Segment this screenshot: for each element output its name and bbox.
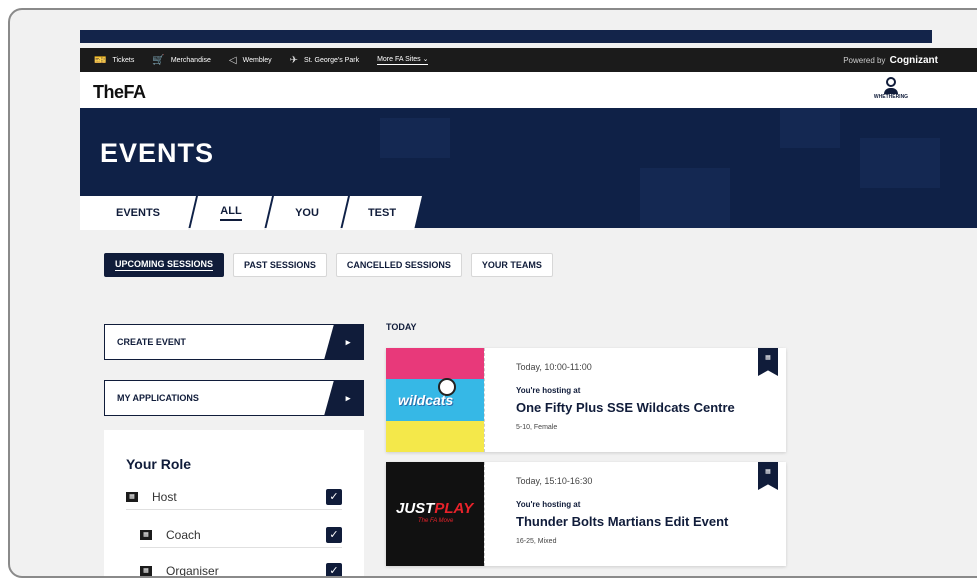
event-time: Today, 15:10-16:30 [516,476,592,486]
host-checkbox[interactable]: ✓ [326,489,342,505]
justplay-logo: JUSTPLAY The FA Move [386,462,484,566]
user-profile[interactable]: WHETHERING [866,77,916,100]
session-filters: UPCOMING SESSIONS PAST SESSIONS CANCELLE… [104,253,562,277]
event-card[interactable]: wildcats Today, 10:00-11:00 You're hosti… [386,348,786,452]
powered-by: Powered by Cognizant [843,55,938,66]
past-sessions-button[interactable]: PAST SESSIONS [233,253,327,277]
create-event-button[interactable]: CREATE EVENT ▸ [104,324,364,360]
my-applications-button[interactable]: MY APPLICATIONS ▸ [104,380,364,416]
role-item-coach[interactable]: ▦ Coach ✓ [140,522,342,548]
ticket-icon: 🎫 [94,55,106,66]
organiser-checkbox[interactable]: ✓ [326,563,342,578]
plane-icon: ✈ [290,55,298,66]
brand-bar: TheFA WHETHERING [80,72,977,108]
event-hosting-label: You're hosting at [516,386,580,395]
chevron-right-icon: ▸ [324,380,364,416]
pitch-icon: ▦ [140,530,152,540]
wildcats-logo: wildcats [386,348,484,452]
nav-item-tickets[interactable]: 🎫Tickets [94,55,134,66]
event-meta: 5-10, Female [516,424,557,431]
user-name: WHETHERING [866,94,916,100]
pitch-icon: ▦ [140,566,152,576]
event-meta: 16-25, Mixed [516,538,556,545]
role-item-host[interactable]: ▦ Host ✓ [126,484,342,510]
nav-item-merchandise[interactable]: 🛒Merchandise [152,55,211,66]
event-card[interactable]: JUSTPLAY The FA Move Today, 15:10-16:30 … [386,462,786,566]
event-name[interactable]: Thunder Bolts Martians Edit Event [516,514,728,529]
event-time: Today, 10:00-11:00 [516,362,592,372]
nav-item-st-georges-park[interactable]: ✈St. George's Park [290,55,359,66]
fa-logo[interactable]: TheFA [93,82,146,103]
event-thumbnail: wildcats [386,348,484,452]
wembley-icon: ◁ [229,55,237,66]
page-title: EVENTS [100,138,214,169]
event-name[interactable]: One Fifty Plus SSE Wildcats Centre [516,400,735,415]
chevron-right-icon: ▸ [324,324,364,360]
app-window: 🎫Tickets 🛒Merchandise ◁Wembley ✈St. Geor… [8,8,977,578]
events-tabs: EVENTS ALL YOU TEST [80,196,416,230]
user-icon [884,77,898,91]
tab-all[interactable]: ALL [190,196,272,230]
today-heading: TODAY [386,322,417,332]
event-hosting-label: You're hosting at [516,500,580,509]
cancelled-sessions-button[interactable]: CANCELLED SESSIONS [336,253,462,277]
more-fa-sites-dropdown[interactable]: More FA Sites ⌄ [377,55,428,65]
role-item-organiser[interactable]: ▦ Organiser ✓ [140,558,342,578]
top-banner [80,30,932,43]
tab-test[interactable]: TEST [342,196,422,230]
pitch-icon: ▦ [126,492,138,502]
site-nav: 🎫Tickets 🛒Merchandise ◁Wembley ✈St. Geor… [80,48,977,72]
bookmark-icon[interactable]: ▦ [758,348,778,376]
upcoming-sessions-button[interactable]: UPCOMING SESSIONS [104,253,224,277]
tab-events[interactable]: EVENTS [80,196,196,230]
event-thumbnail: JUSTPLAY The FA Move [386,462,484,566]
tab-you[interactable]: YOU [266,196,348,230]
coach-checkbox[interactable]: ✓ [326,527,342,543]
role-panel: Your Role ▦ Host ✓ ▦ Coach ✓ ▦ Organiser… [104,430,364,578]
your-teams-button[interactable]: YOUR TEAMS [471,253,553,277]
bookmark-icon[interactable]: ▦ [758,462,778,490]
nav-item-wembley[interactable]: ◁Wembley [229,55,272,66]
role-title: Your Role [126,456,191,472]
cart-icon: 🛒 [152,55,164,66]
